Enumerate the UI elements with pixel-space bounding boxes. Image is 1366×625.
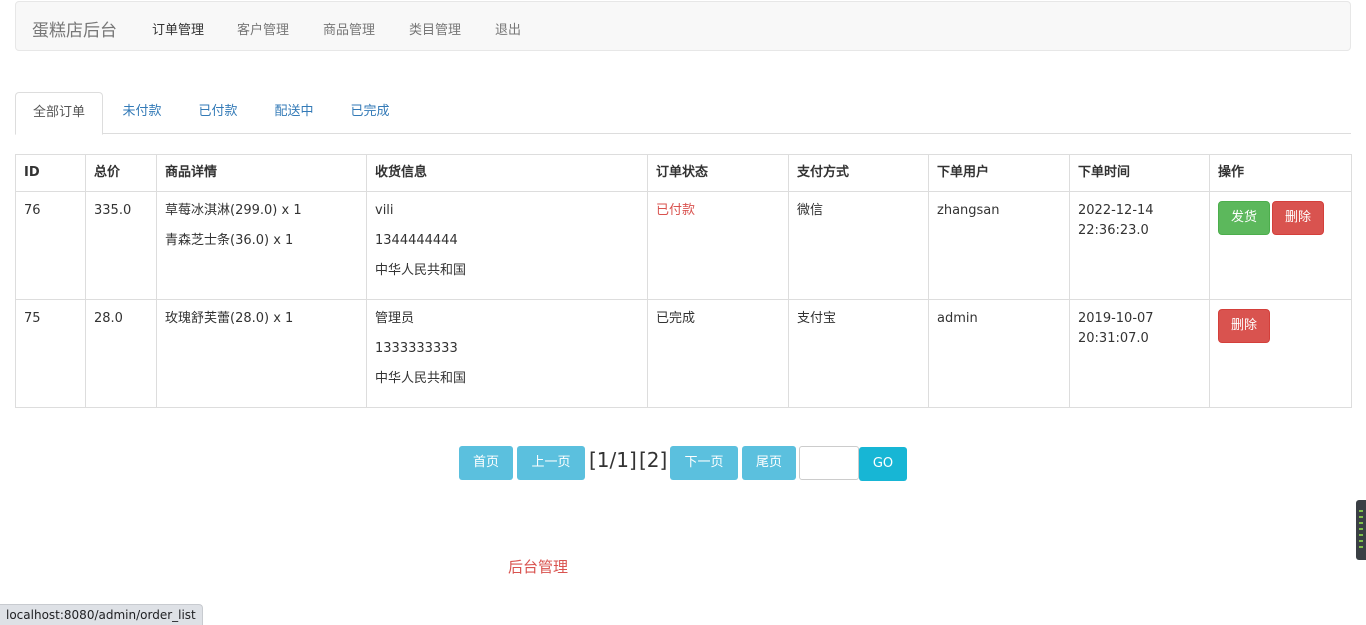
order-time: 2022-12-14 22:36:23.0 bbox=[1069, 191, 1210, 300]
top-navbar: 蛋糕店后台 订单管理 客户管理 商品管理 类目管理 退出 bbox=[15, 1, 1351, 51]
nav-orders[interactable]: 订单管理 bbox=[152, 19, 204, 38]
header-actions: 操作 bbox=[1209, 154, 1352, 192]
order-clock: 22:36:23.0 bbox=[1078, 223, 1149, 238]
order-item-line: 草莓冰淇淋(299.0) x 1 bbox=[165, 203, 302, 218]
order-user: zhangsan bbox=[928, 191, 1070, 300]
page-number-input[interactable] bbox=[799, 446, 859, 480]
nav-customers[interactable]: 客户管理 bbox=[237, 19, 289, 38]
side-widget-handle[interactable] bbox=[1356, 500, 1366, 560]
order-actions: 发货 删除 bbox=[1209, 191, 1352, 300]
total-count: [2] bbox=[639, 448, 668, 472]
order-status-tabs: 全部订单 未付款 已付款 配送中 已完成 bbox=[15, 92, 1351, 135]
order-payment: 微信 bbox=[788, 191, 929, 300]
header-time: 下单时间 bbox=[1069, 154, 1210, 192]
order-total: 335.0 bbox=[85, 191, 157, 300]
delete-button[interactable]: 删除 bbox=[1272, 201, 1325, 235]
first-page-button[interactable]: 首页 bbox=[459, 446, 513, 480]
header-shipping: 收货信息 bbox=[366, 154, 648, 192]
table-header-row: ID 总价 商品详情 收货信息 订单状态 支付方式 下单用户 下单时间 操作 bbox=[15, 154, 1352, 192]
recipient-address: 中华人民共和国 bbox=[375, 263, 467, 278]
tab-unpaid[interactable]: 未付款 bbox=[109, 92, 175, 134]
order-status: 已付款 bbox=[647, 191, 789, 300]
nav-products[interactable]: 商品管理 bbox=[323, 19, 375, 38]
order-time: 2019-10-07 20:31:07.0 bbox=[1069, 299, 1210, 408]
order-id: 76 bbox=[15, 191, 86, 300]
page-indicator: [1/1] bbox=[589, 448, 637, 472]
recipient-phone: 1333333333 bbox=[375, 341, 458, 356]
go-button[interactable]: GO bbox=[859, 447, 907, 481]
order-user: admin bbox=[928, 299, 1070, 408]
header-status: 订单状态 bbox=[647, 154, 789, 192]
order-clock: 20:31:07.0 bbox=[1078, 331, 1149, 346]
recipient-phone: 1344444444 bbox=[375, 233, 458, 248]
order-payment: 支付宝 bbox=[788, 299, 929, 408]
order-actions: 删除 bbox=[1209, 299, 1352, 408]
header-payment: 支付方式 bbox=[788, 154, 929, 192]
recipient-name: 管理员 bbox=[375, 311, 415, 326]
order-total: 28.0 bbox=[85, 299, 157, 408]
tab-paid[interactable]: 已付款 bbox=[185, 92, 251, 134]
order-date: 2019-10-07 bbox=[1078, 311, 1154, 326]
order-items: 草莓冰淇淋(299.0) x 1 青森芝士条(36.0) x 1 bbox=[156, 191, 367, 300]
header-user: 下单用户 bbox=[928, 154, 1070, 192]
tab-completed[interactable]: 已完成 bbox=[337, 92, 403, 134]
order-item-line: 玫瑰舒芙蕾(28.0) x 1 bbox=[165, 311, 294, 326]
header-id: ID bbox=[15, 154, 86, 192]
prev-page-button[interactable]: 上一页 bbox=[517, 446, 585, 480]
order-items: 玫瑰舒芙蕾(28.0) x 1 bbox=[156, 299, 367, 408]
table-row: 76 335.0 草莓冰淇淋(299.0) x 1 青森芝士条(36.0) x … bbox=[15, 191, 1352, 300]
footer-text: 后台管理 bbox=[508, 558, 569, 576]
next-page-button[interactable]: 下一页 bbox=[670, 446, 738, 480]
order-date: 2022-12-14 bbox=[1078, 203, 1154, 218]
recipient-address: 中华人民共和国 bbox=[375, 371, 467, 386]
order-item-line: 青森芝士条(36.0) x 1 bbox=[165, 233, 294, 248]
table-row: 75 28.0 玫瑰舒芙蕾(28.0) x 1 管理员 1333333333 中… bbox=[15, 299, 1352, 408]
header-items: 商品详情 bbox=[156, 154, 367, 192]
recipient-name: vili bbox=[375, 203, 394, 218]
orders-table: ID 总价 商品详情 收货信息 订单状态 支付方式 下单用户 下单时间 操作 7… bbox=[15, 154, 1352, 408]
ship-button[interactable]: 发货 bbox=[1218, 201, 1271, 235]
tab-all-orders[interactable]: 全部订单 bbox=[15, 92, 103, 135]
nav-logout[interactable]: 退出 bbox=[495, 19, 521, 38]
browser-status-bar: localhost:8080/admin/order_list bbox=[0, 604, 203, 625]
order-shipping: vili 1344444444 中华人民共和国 bbox=[366, 191, 648, 300]
delete-button[interactable]: 删除 bbox=[1218, 309, 1271, 343]
nav-categories[interactable]: 类目管理 bbox=[409, 19, 461, 38]
order-id: 75 bbox=[15, 299, 86, 408]
brand-title[interactable]: 蛋糕店后台 bbox=[32, 16, 117, 41]
last-page-button[interactable]: 尾页 bbox=[742, 446, 796, 480]
order-status: 已完成 bbox=[647, 299, 789, 408]
order-shipping: 管理员 1333333333 中华人民共和国 bbox=[366, 299, 648, 408]
tab-shipping[interactable]: 配送中 bbox=[261, 92, 327, 134]
header-total: 总价 bbox=[85, 154, 157, 192]
